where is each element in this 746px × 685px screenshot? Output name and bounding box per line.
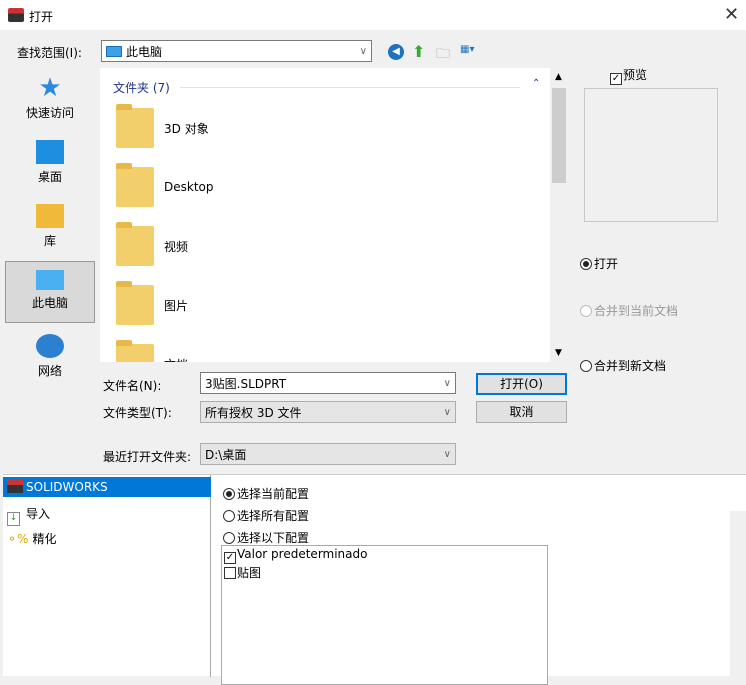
- folder-pictures-icon: [116, 281, 154, 325]
- folder-desktop-icon: [116, 163, 154, 207]
- solidworks-icon: [7, 480, 23, 493]
- config-item-tietu[interactable]: 贴图: [224, 564, 545, 581]
- radio-icon: [580, 360, 592, 372]
- checkbox-checked-icon: ✓: [610, 73, 622, 85]
- checkbox-checked-icon: ✓: [224, 552, 236, 564]
- place-this-pc[interactable]: 此电脑: [5, 261, 95, 323]
- lookin-combo[interactable]: 此电脑 ∨: [101, 40, 372, 62]
- group-divider: [180, 87, 520, 88]
- chevron-down-icon: ∨: [359, 45, 367, 57]
- folder-item[interactable]: 视频: [116, 220, 188, 272]
- folder-item[interactable]: 3D 对象: [116, 102, 209, 154]
- star-icon: ★: [38, 73, 62, 103]
- chevron-down-icon: ∨: [443, 406, 451, 418]
- nav-item-solidworks[interactable]: SOLIDWORKS: [3, 477, 211, 497]
- recent-folder-select[interactable]: D:\桌面 ∨: [200, 443, 456, 465]
- desktop-icon: [36, 140, 64, 164]
- computer-icon: [36, 270, 64, 290]
- radio-all-configs[interactable]: 选择所有配置: [223, 507, 309, 524]
- library-icon: [36, 204, 64, 228]
- chevron-down-icon[interactable]: ∨: [444, 378, 451, 389]
- config-item-valor[interactable]: ✓ Valor predeterminado: [224, 547, 545, 564]
- filetype-select[interactable]: 所有授权 3D 文件 ∨: [200, 401, 456, 423]
- radio-icon: [223, 532, 235, 544]
- nav-item-import[interactable]: ↓ 导入: [7, 505, 50, 526]
- folder-item[interactable]: Desktop: [116, 161, 214, 213]
- scroll-down-icon[interactable]: ▼: [555, 348, 562, 358]
- filename-input[interactable]: 3贴图.SLDPRT ∨: [200, 372, 456, 394]
- preview-pane: [584, 88, 718, 222]
- config-list[interactable]: ✓ Valor predeterminado 贴图: [221, 545, 548, 685]
- up-folder-icon[interactable]: ⬆: [412, 42, 425, 61]
- solidworks-app-icon: [8, 8, 24, 22]
- recent-label: 最近打开文件夹:: [103, 450, 192, 464]
- radio-open[interactable]: 打开: [580, 255, 618, 272]
- folder-item[interactable]: 图片: [116, 279, 188, 331]
- nav-item-refine[interactable]: ⚬% 精化: [7, 530, 56, 547]
- collapse-icon[interactable]: ⌃: [532, 78, 540, 89]
- cancel-button[interactable]: 取消: [476, 401, 567, 423]
- preview-checkbox[interactable]: ✓ 预览: [610, 66, 647, 85]
- scroll-up-icon[interactable]: ▲: [555, 72, 562, 82]
- folder-3d-icon: [116, 104, 154, 148]
- file-list-scrollbar[interactable]: ▲ ▼: [550, 68, 568, 362]
- radio-merge-new[interactable]: 合并到新文档: [580, 357, 666, 374]
- folder-videos-icon: [116, 222, 154, 266]
- lookin-label: 查找范围(I):: [17, 46, 82, 60]
- close-icon[interactable]: ✕: [724, 4, 739, 25]
- view-menu-icon[interactable]: ▦▾: [460, 44, 486, 58]
- new-folder-icon[interactable]: 🗀: [436, 43, 450, 67]
- radio-current-config[interactable]: 选择当前配置: [223, 485, 309, 502]
- folder-item[interactable]: 文档: [116, 338, 188, 362]
- chevron-down-icon: ∨: [443, 448, 451, 460]
- network-icon: [36, 334, 64, 358]
- checkbox-icon: [224, 567, 236, 579]
- place-desktop[interactable]: 桌面: [5, 132, 95, 194]
- title-bar: 打开 ✕: [0, 0, 746, 30]
- radio-icon: [580, 258, 592, 270]
- options-scrollbar[interactable]: [730, 511, 746, 677]
- import-icon: ↓: [7, 512, 20, 526]
- filetype-label: 文件类型(T):: [103, 406, 172, 420]
- radio-merge-current[interactable]: 合并到当前文档: [580, 302, 678, 319]
- place-network[interactable]: 网络: [5, 326, 95, 388]
- lookin-value: 此电脑: [126, 44, 163, 59]
- radio-icon: [223, 488, 235, 500]
- folder-documents-icon: [116, 340, 154, 362]
- filename-label: 文件名(N):: [103, 379, 162, 393]
- back-icon[interactable]: ◀: [388, 44, 404, 60]
- options-nav: SOLIDWORKS ↓ 导入 ⚬% 精化: [3, 475, 211, 677]
- refine-icon: ⚬%: [7, 532, 29, 546]
- open-button[interactable]: 打开(O): [476, 373, 567, 395]
- place-quick-access[interactable]: ★ 快速访问: [5, 68, 95, 130]
- places-bar: ★ 快速访问 桌面 库 此电脑 网络: [0, 68, 100, 378]
- scroll-thumb[interactable]: [552, 88, 566, 183]
- radio-icon: [223, 510, 235, 522]
- place-libraries[interactable]: 库: [5, 196, 95, 258]
- computer-icon: [106, 45, 122, 57]
- group-header[interactable]: 文件夹 (7): [113, 79, 170, 96]
- radio-icon: [580, 305, 592, 317]
- radio-following-configs[interactable]: 选择以下配置: [223, 529, 309, 546]
- window-title: 打开: [29, 10, 54, 24]
- file-list[interactable]: 文件夹 (7) ⌃ 3D 对象 Desktop 视频 图片 文档: [100, 68, 550, 362]
- options-panel: SOLIDWORKS ↓ 导入 ⚬% 精化 选择当前配置 选择所有配置 选择以下配置…: [3, 474, 746, 685]
